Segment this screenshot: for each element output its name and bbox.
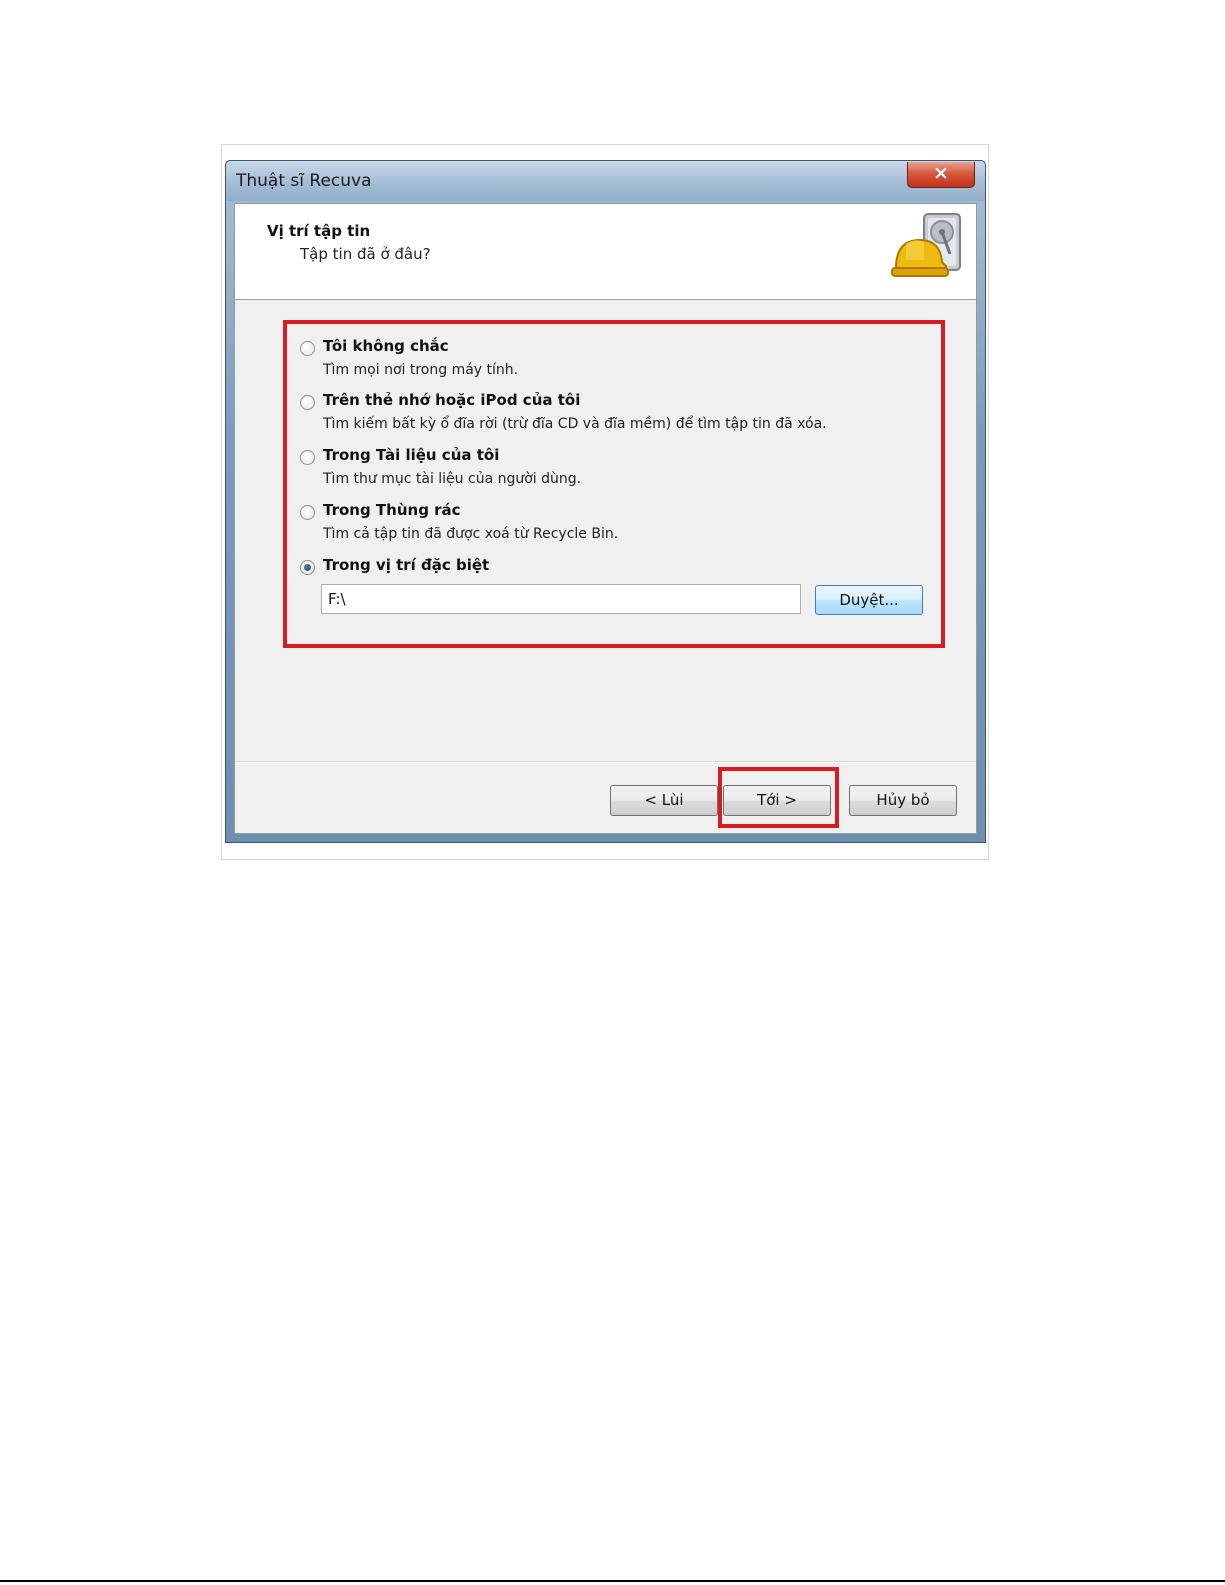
options-highlight-box <box>283 320 945 648</box>
wizard-header: Vị trí tập tin Tập tin đã ở đâu? <box>235 204 976 300</box>
close-button[interactable]: × <box>907 162 975 188</box>
page-bottom-rule <box>0 1580 1225 1582</box>
footer-separator <box>235 761 976 763</box>
page-subtitle: Tập tin đã ở đâu? <box>300 245 431 263</box>
close-icon: × <box>933 162 949 184</box>
window-title: Thuật sĩ Recuva <box>236 171 372 191</box>
page-title: Vị trí tập tin <box>267 222 371 240</box>
cancel-button[interactable]: Hủy bỏ <box>849 785 957 816</box>
next-button-highlight-box <box>718 767 839 828</box>
recuva-hardhat-icon <box>891 213 961 277</box>
back-button[interactable]: < Lùi <box>610 785 718 816</box>
title-bar[interactable]: Thuật sĩ Recuva × <box>226 161 985 201</box>
